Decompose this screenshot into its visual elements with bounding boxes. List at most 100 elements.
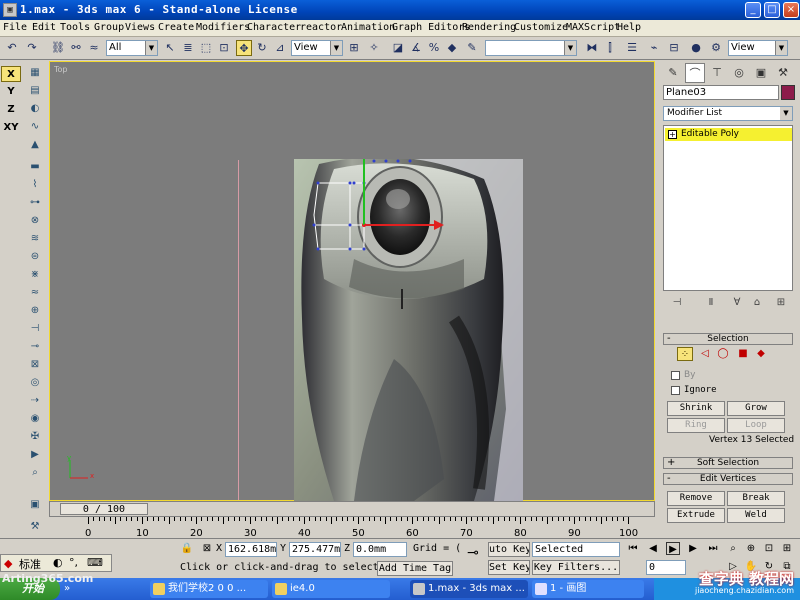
redo-icon[interactable]: ↷ xyxy=(24,40,40,56)
zoom-icon[interactable]: ⌕ xyxy=(726,542,740,555)
vertex-mode-icon[interactable]: ⁘ xyxy=(677,347,693,361)
task-school[interactable]: 我们学校2 0 0 ... xyxy=(150,580,268,598)
curve-editor-icon[interactable]: ⌁ xyxy=(646,40,662,56)
axis-xy-button[interactable]: XY xyxy=(1,120,21,136)
menu-help[interactable]: Help xyxy=(617,22,641,33)
show-end-result-icon[interactable]: Ⅱ xyxy=(703,297,719,313)
menu-modifiers[interactable]: Modifiers xyxy=(196,22,250,33)
task-ie4[interactable]: ie4.0 xyxy=(272,580,390,598)
stack-item-editable-poly[interactable]: + Editable Poly xyxy=(665,128,792,141)
align-icon[interactable]: ⫿ xyxy=(602,40,618,56)
add-time-tag-button[interactable]: Add Time Tag xyxy=(377,561,453,576)
cloth-collection-icon[interactable]: ▤ xyxy=(27,84,43,98)
x-coord-field[interactable]: 162.618m xyxy=(225,542,277,557)
make-unique-icon[interactable]: ∀ xyxy=(729,297,745,313)
go-to-end-icon[interactable]: ⏭ xyxy=(706,542,720,555)
undo-icon[interactable]: ↶ xyxy=(4,40,20,56)
rect-selection-icon[interactable]: ⬚ xyxy=(198,40,214,56)
modify-tab-icon[interactable]: ⌒ xyxy=(685,63,705,83)
menu-animation[interactable]: Animation xyxy=(341,22,395,33)
set-key-button[interactable]: Set Key xyxy=(488,560,530,575)
angle-snap-icon[interactable]: ∡ xyxy=(408,40,424,56)
menu-edit[interactable]: Edit xyxy=(32,22,56,33)
menu-maxscript[interactable]: MAXScript xyxy=(566,22,620,33)
app-icon[interactable]: ▣ xyxy=(3,3,17,17)
soft-body-icon[interactable]: ◐ xyxy=(27,102,43,116)
edge-mode-icon[interactable]: ◁ xyxy=(697,347,713,361)
extrude-button[interactable]: Extrude xyxy=(667,508,725,523)
task-3dsmax[interactable]: 1.max - 3ds max ... xyxy=(410,580,528,598)
properties-icon[interactable]: ⚒ xyxy=(27,520,43,534)
minimize-button[interactable]: _ xyxy=(745,2,761,18)
wind-icon[interactable]: ≋ xyxy=(27,232,43,246)
hierarchy-tab-icon[interactable]: ⊤ xyxy=(707,63,727,83)
selection-filter-dropdown[interactable]: All ▼ xyxy=(106,40,158,56)
ragdoll-icon[interactable]: ✠ xyxy=(27,430,43,444)
ball-socket-icon[interactable]: ◉ xyxy=(27,412,43,426)
analyze-icon[interactable]: ⌕ xyxy=(27,466,43,480)
y-coord-field[interactable]: 275.477m xyxy=(289,542,341,557)
go-to-start-icon[interactable]: ⏮ xyxy=(626,542,640,555)
top-viewport[interactable]: Top y x xyxy=(49,61,655,501)
menu-create[interactable]: Create xyxy=(158,22,194,33)
menu-tools[interactable]: Tools xyxy=(60,22,90,33)
preview-icon[interactable]: ▶ xyxy=(27,448,43,462)
render-scene-icon[interactable]: ⚙ xyxy=(708,40,724,56)
keyboard-icon[interactable]: ⌨ xyxy=(87,556,103,569)
manipulate-icon[interactable]: ✧ xyxy=(366,40,382,56)
toy-car-icon[interactable]: ⊜ xyxy=(27,250,43,264)
select-rotate-icon[interactable]: ↻ xyxy=(254,40,270,56)
zoom-extents-all-icon[interactable]: ⊞ xyxy=(780,542,794,555)
next-frame-icon[interactable]: ▶ xyxy=(686,542,700,555)
object-name-field[interactable]: Plane03 xyxy=(663,85,779,100)
ignore-backfacing-checkbox[interactable] xyxy=(671,386,680,395)
material-editor-icon[interactable]: ● xyxy=(688,40,704,56)
configure-sets-icon[interactable]: ⊞ xyxy=(773,297,789,313)
percent-snap-icon[interactable]: % xyxy=(426,40,442,56)
current-frame-field[interactable]: 0 xyxy=(646,560,686,575)
select-by-name-icon[interactable]: ≣ xyxy=(180,40,196,56)
unlink-icon[interactable]: ⚯ xyxy=(68,40,84,56)
rigid-body-icon[interactable]: ▦ xyxy=(27,66,43,80)
key-mode-dropdown[interactable]: Selected xyxy=(532,542,620,557)
menu-file[interactable]: File xyxy=(3,22,27,33)
motion-tab-icon[interactable]: ◎ xyxy=(729,63,749,83)
play-icon[interactable]: ▶ xyxy=(666,542,680,555)
select-link-icon[interactable]: ⛓ xyxy=(50,40,66,56)
close-button[interactable]: × xyxy=(783,2,799,18)
modifier-list-dropdown[interactable]: Modifier List ▼ xyxy=(663,106,793,121)
element-mode-icon[interactable]: ◆ xyxy=(753,347,769,361)
soft-selection-rollout-header[interactable]: + Soft Selection xyxy=(663,457,793,469)
display-tab-icon[interactable]: ▣ xyxy=(751,63,771,83)
create-tab-icon[interactable]: ✎ xyxy=(663,63,683,83)
menu-graph-editors[interactable]: Graph Editors xyxy=(392,22,470,33)
shrink-button[interactable]: Shrink xyxy=(667,401,725,416)
edit-vertices-rollout-header[interactable]: - Edit Vertices xyxy=(663,473,793,485)
weld-button[interactable]: Weld xyxy=(727,508,785,523)
schematic-view-icon[interactable]: ⊟ xyxy=(666,40,682,56)
time-slider-thumb[interactable]: 0 / 100 xyxy=(60,503,148,515)
loop-button[interactable]: Loop xyxy=(727,418,785,433)
axis-y-button[interactable]: Y xyxy=(1,84,21,100)
utilities-tab-icon[interactable]: ⚒ xyxy=(773,63,793,83)
menu-rendering[interactable]: Rendering xyxy=(462,22,516,33)
bind-space-warp-icon[interactable]: ≈ xyxy=(86,40,102,56)
select-scale-icon[interactable]: ⊿ xyxy=(272,40,288,56)
punct-icon[interactable]: °, xyxy=(69,556,78,569)
pin-stack-icon[interactable]: ⊣ xyxy=(669,297,685,313)
pivot-center-icon[interactable]: ⊞ xyxy=(346,40,362,56)
polygon-mode-icon[interactable]: ■ xyxy=(735,347,751,361)
deforming-mesh-icon[interactable]: ▲ xyxy=(27,138,43,152)
spinner-snap-icon[interactable]: ◆ xyxy=(444,40,460,56)
zoom-extents-icon[interactable]: ⊡ xyxy=(762,542,776,555)
moon-icon[interactable]: ◐ xyxy=(53,556,63,569)
create-animation-icon[interactable]: ▣ xyxy=(27,498,43,512)
axis-x-button[interactable]: X xyxy=(1,66,21,82)
dashpot-icon[interactable]: ⊶ xyxy=(27,196,43,210)
spring-icon[interactable]: ⌇ xyxy=(27,178,43,192)
mirror-icon[interactable]: ⧓ xyxy=(584,40,600,56)
ime-toolbar[interactable]: ◆ 标准 ◐ °, ⌨ xyxy=(0,554,112,572)
motor-icon[interactable]: ⊗ xyxy=(27,214,43,228)
viewport-label[interactable]: Top xyxy=(54,65,68,74)
plane-icon[interactable]: ▬ xyxy=(27,160,43,174)
